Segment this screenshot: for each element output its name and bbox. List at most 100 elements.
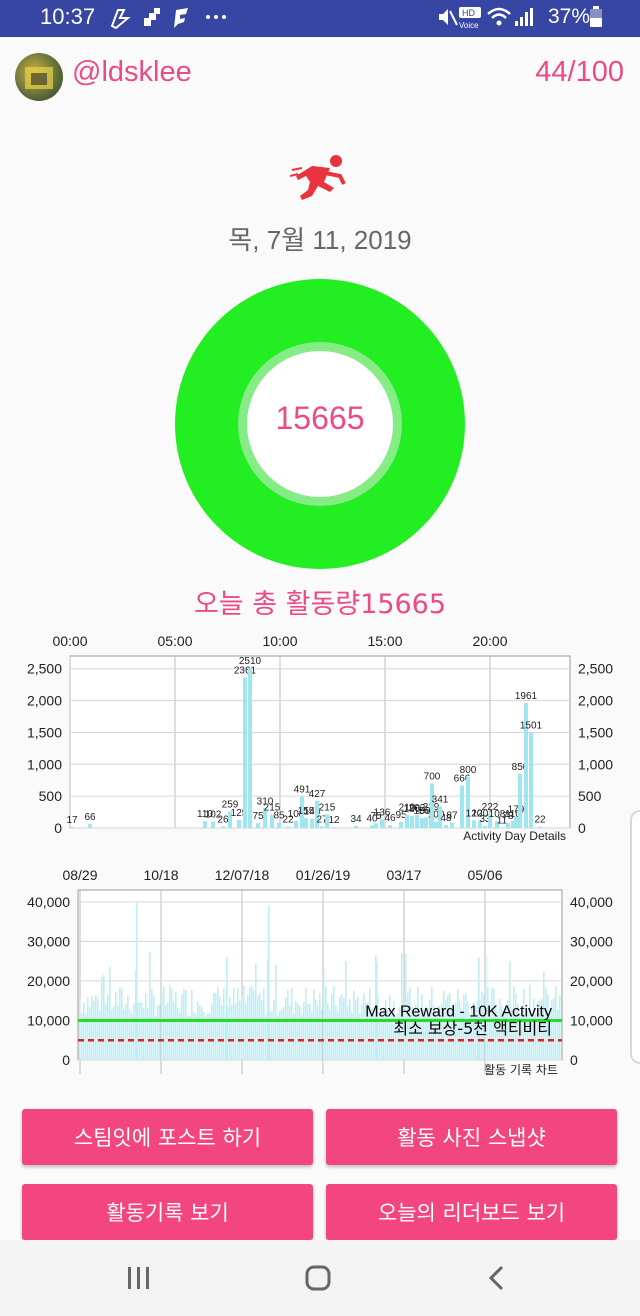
chart-bar [304,818,308,828]
view-history-button[interactable]: 활동기록 보기 [22,1184,313,1240]
chart-bar [235,1003,237,1060]
chart-bar [175,991,177,1060]
chart-bar [380,819,384,828]
chart-bar [231,1004,233,1060]
bar-data-label: 341 [432,794,449,805]
chart-bar [555,985,557,1060]
notification-icon [110,9,131,30]
chart-bar [450,822,454,828]
chart-bar [483,825,487,828]
date-label: 목, 7월 11, 2019 [228,225,412,255]
bar-data-label: 17 [66,815,78,826]
chart-bar [161,993,163,1060]
chart-bar [321,1009,323,1060]
chart-bar [223,988,225,1060]
chart-bar [219,996,221,1060]
chart-bar [171,988,173,1060]
chart-bar [323,968,325,1060]
chart-bar [247,994,249,1060]
x-tick-label: 03/17 [386,867,421,883]
y-tick-label-left: 20,000 [27,973,70,989]
bar-data-label: 1501 [520,720,543,731]
chart-bar [173,1001,175,1060]
chart-bar [388,825,392,828]
bar-data-label: 2361 [234,666,257,677]
chart-bar [349,998,351,1060]
bar-data-label: 215 [319,802,336,813]
chart-bar [133,1003,135,1060]
wifi-icon [487,7,511,26]
y-tick-label-left: 40,000 [27,894,70,910]
chart-bar [289,1005,291,1060]
home-icon[interactable] [304,1264,332,1292]
ring-value: 15665 [275,400,365,436]
chart-bar [119,987,121,1060]
x-tick-label: 10:00 [262,633,297,649]
post-to-steemit-button[interactable]: 스팀잇에 포스트 하기 [22,1109,313,1165]
y-tick-label-right: 20,000 [570,973,613,989]
chart-bar [256,823,260,828]
bar-data-label: 2510 [239,656,262,667]
chart-bar [213,992,215,1060]
chart-bar [305,988,307,1060]
chart-bar [259,992,261,1060]
chart-bar [325,986,327,1060]
svg-text:Voice: Voice [459,21,479,30]
status-time: 10:37 [40,4,96,29]
chart-bar [320,826,324,828]
y-tick-label-left: 1,500 [27,724,62,740]
bar-data-label: 66 [84,812,96,823]
chart-bar [283,1006,285,1060]
battery-level: 37% [547,5,590,28]
chart-bar [281,1009,283,1060]
system-nav-bar [0,1240,640,1316]
chart-bar [185,990,187,1060]
chart-bar [506,823,510,828]
x-tick-label: 20:00 [472,633,507,649]
day-activity-chart: 00:00 05:00 10:00 15:00 20:00 2,500 2,500 2,000… [27,633,613,843]
bar-data-label: 87 [446,810,458,821]
chart-bar [315,999,317,1060]
history-activity-chart: 08/29 10/18 12/07/18 01/26/19 03/17 05/06 40,0… [27,867,613,1077]
chart-bar [353,990,355,1060]
today-leaderboard-button[interactable]: 오늘의 리더보드 보기 [326,1184,617,1240]
chart-bar [153,996,155,1060]
chart-bar [127,995,129,1060]
chart-bar [253,990,255,1060]
chart-bar [319,993,321,1060]
chart-bar [361,1004,363,1060]
chart-bar [179,1011,181,1060]
chart-bar [151,989,153,1060]
chart-bar [70,826,74,828]
chart-bar [434,821,438,828]
chart-bar [229,997,231,1060]
chart-bar [335,1005,337,1060]
scroll-edge-handle[interactable] [630,810,640,1064]
chart-bar [91,995,93,1060]
bar-data-label: 800 [460,765,477,776]
chart-bar [117,1005,119,1060]
chart-bar [237,820,241,828]
chart-bar [87,997,89,1060]
chart-bar [255,963,257,1060]
y-tick-label-right: 10,000 [570,1012,613,1028]
chart-bar [277,822,281,828]
avatar[interactable] [15,53,63,101]
y-tick-label-left: 2,000 [27,693,62,709]
chart-bar [243,985,245,1060]
x-tick-label: 10/18 [143,867,178,883]
x-tick-label: 05:00 [157,633,192,649]
chart-bar [189,1015,191,1060]
bar-data-label: 34 [350,814,362,825]
chart-bar [339,996,341,1060]
chart-bar [405,814,409,828]
chart-bar [514,816,518,828]
chart-bar [191,990,193,1060]
chart-bar [399,821,403,828]
activity-snapshot-button[interactable]: 활동 사진 스냅샷 [326,1109,617,1165]
chart-bar [125,1003,127,1060]
chart-bar [79,1001,81,1060]
recent-apps-icon[interactable] [126,1265,152,1291]
back-icon[interactable] [486,1264,508,1292]
chart-bar [101,977,103,1060]
